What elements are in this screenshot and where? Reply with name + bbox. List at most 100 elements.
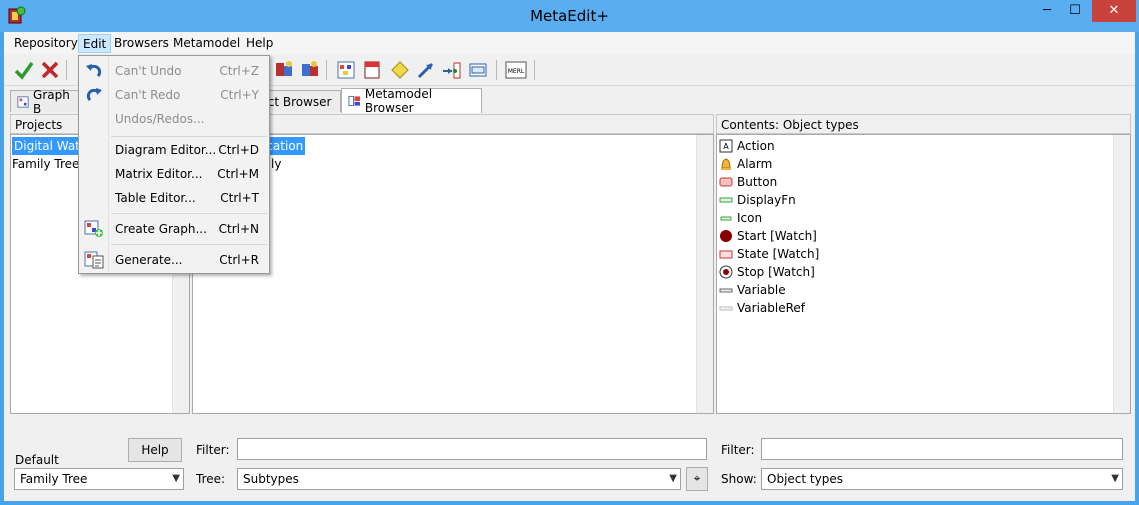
list-item[interactable]: A Action	[719, 137, 775, 155]
menu-edit[interactable]: Edit	[78, 34, 112, 53]
graph-tool-button[interactable]	[334, 58, 358, 82]
object-types-tool-button[interactable]	[298, 58, 322, 82]
menu-item-table-editor[interactable]: Table Editor... Ctrl+T	[79, 187, 269, 209]
alarm-icon	[721, 158, 731, 170]
graph-browser-tool-button[interactable]	[272, 58, 296, 82]
tab-label: Metamodel Browser	[364, 87, 433, 115]
crosshair-icon: ⌖	[693, 471, 701, 485]
tab-graph-browser[interactable]: Graph B	[10, 88, 82, 116]
menu-help[interactable]: Help	[242, 34, 277, 53]
relationship-arrow-icon	[417, 62, 434, 79]
chevron-down-icon: ▼	[1111, 473, 1119, 484]
filter-label: Filter:	[196, 443, 230, 457]
list-item[interactable]: Stop [Watch]	[719, 263, 815, 281]
role-icon	[443, 62, 461, 79]
variableref-icon	[719, 306, 733, 311]
port-icon	[469, 63, 487, 77]
menu-item-undo[interactable]: Can't Undo Ctrl+Z	[79, 60, 269, 82]
list-item[interactable]: Variable	[719, 281, 786, 299]
list-item[interactable]: Alarm	[719, 155, 772, 173]
create-graph-icon	[84, 220, 103, 237]
variable-icon	[719, 288, 733, 293]
default-project-select[interactable]: Family Tree ▼	[14, 468, 184, 490]
graph-browser-icon	[17, 95, 29, 108]
close-button[interactable]: ✕	[1092, 0, 1136, 22]
list-item[interactable]: Icon	[719, 209, 762, 227]
show-label: Show:	[721, 472, 757, 486]
object-types-icon	[302, 61, 318, 76]
menu-item-matrix-editor[interactable]: Matrix Editor... Ctrl+M	[79, 163, 269, 185]
object-tool-icon	[364, 61, 380, 79]
merl-icon: MERL	[505, 61, 527, 79]
list-item[interactable]: Button	[719, 173, 777, 191]
tab-label: Graph B	[33, 87, 70, 116]
contents-list[interactable]: A Action Alarm Button DisplayFn Icon Sta…	[716, 134, 1131, 414]
tree-options-button[interactable]: ⌖	[686, 467, 708, 491]
window-title: MetaEdit+	[530, 7, 609, 25]
types-filter-input[interactable]	[237, 438, 707, 460]
default-project-value: Family Tree	[20, 472, 88, 486]
edit-menu-dropdown: Can't Undo Ctrl+Z Can't Redo Ctrl+Y Undos/…	[78, 55, 270, 274]
menu-item-redo[interactable]: Can't Redo Ctrl+Y	[79, 84, 269, 106]
default-label: Default	[15, 453, 59, 467]
icon-type-icon	[720, 216, 732, 221]
graph-tool-icon	[337, 61, 355, 79]
button-icon	[719, 177, 733, 187]
menu-item-create-graph[interactable]: Create Graph... Ctrl+N	[79, 218, 269, 240]
menu-item-generate[interactable]: Generate... Ctrl+R	[79, 249, 269, 271]
menu-repository[interactable]: Repository	[10, 34, 82, 53]
start-icon	[720, 230, 732, 242]
chevron-down-icon: ▼	[669, 473, 677, 484]
svg-text:A: A	[723, 142, 729, 151]
tree-mode-value: Subtypes	[243, 472, 299, 486]
title-bar: MetaEdit+ ─ ☐ ✕	[0, 0, 1139, 32]
menu-metamodel[interactable]: Metamodel	[169, 34, 244, 53]
red-x-icon	[41, 61, 59, 79]
checkmark-icon	[14, 61, 34, 80]
redo-icon	[86, 88, 102, 102]
state-icon	[719, 250, 733, 259]
metamodel-browser-icon	[348, 95, 360, 107]
list-item[interactable]: DisplayFn	[719, 191, 796, 209]
ok-check-button[interactable]	[12, 58, 36, 82]
tab-metamodel-browser[interactable]: Metamodel Browser	[341, 87, 482, 115]
menu-bar: Repository Edit Browsers Metamodel Help	[4, 32, 1135, 54]
list-item[interactable]: State [Watch]	[719, 245, 819, 263]
port-tool-button[interactable]	[466, 58, 490, 82]
relationship-tool-button[interactable]	[414, 58, 438, 82]
types-tree[interactable]: ication ly	[192, 134, 714, 414]
undo-icon	[86, 64, 102, 78]
tree-mode-select[interactable]: Subtypes ▼	[237, 468, 681, 490]
show-value: Object types	[767, 472, 843, 486]
merl-generator-button[interactable]: MERL	[504, 58, 528, 82]
menu-item-diagram-editor[interactable]: Diagram Editor... Ctrl+D	[79, 139, 269, 161]
help-button[interactable]: Help	[128, 438, 182, 462]
app-window: MetaEdit+ ─ ☐ ✕ Repository Edit Browsers…	[0, 0, 1139, 505]
maximize-button[interactable]: ☐	[1062, 0, 1088, 22]
role-tool-button[interactable]	[440, 58, 464, 82]
chevron-down-icon: ▼	[172, 473, 180, 484]
list-item[interactable]: Start [Watch]	[719, 227, 817, 245]
cancel-x-button[interactable]	[38, 58, 62, 82]
menu-item-undos-redos[interactable]: Undos/Redos...	[79, 108, 269, 130]
svg-text:MERL: MERL	[508, 68, 525, 75]
stop-icon	[719, 265, 733, 279]
list-item[interactable]: Family Tree	[12, 155, 79, 173]
list-item[interactable]: ly	[271, 155, 281, 173]
contents-filter-input[interactable]	[761, 438, 1123, 460]
show-select[interactable]: Object types ▼	[761, 468, 1123, 490]
contents-header: Contents: Object types	[716, 114, 1131, 134]
list-item[interactable]: VariableRef	[719, 299, 805, 317]
object-tool-button[interactable]	[360, 58, 384, 82]
minimize-button[interactable]: ─	[1034, 0, 1060, 22]
contents-filter-label: Filter:	[721, 443, 755, 457]
types-tree-scrollbar[interactable]	[696, 135, 713, 413]
tree-label: Tree:	[196, 472, 226, 486]
contents-scrollbar[interactable]	[1113, 135, 1130, 413]
action-icon: A	[719, 139, 733, 153]
property-tool-button[interactable]	[388, 58, 412, 82]
graph-types-icon	[276, 61, 292, 76]
displayfn-icon	[719, 197, 733, 203]
menu-browsers[interactable]: Browsers	[110, 34, 173, 53]
middle-header	[192, 114, 714, 134]
